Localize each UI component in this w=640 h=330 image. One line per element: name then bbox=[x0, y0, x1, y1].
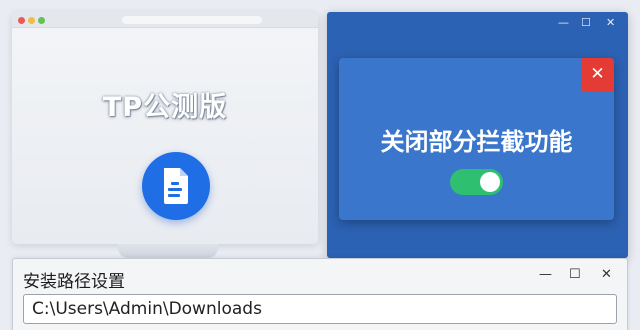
install-window-title: 安装路径设置 bbox=[23, 272, 125, 292]
maximize-icon[interactable]: ☐ bbox=[569, 267, 581, 283]
dialog-title: 关闭部分拦截功能 bbox=[380, 128, 573, 156]
browser-titlebar bbox=[12, 12, 318, 28]
install-path-input[interactable] bbox=[23, 294, 617, 324]
block-toggle-switch[interactable] bbox=[450, 169, 503, 195]
minimize-icon[interactable]: — bbox=[558, 17, 569, 29]
close-dot-icon[interactable] bbox=[18, 17, 25, 24]
browser-window: TP公测版 bbox=[12, 12, 318, 244]
app-logo[interactable] bbox=[142, 152, 210, 220]
toggle-knob bbox=[480, 172, 500, 192]
app-title: TP公测版 bbox=[102, 92, 228, 123]
minimize-icon[interactable]: — bbox=[539, 267, 552, 283]
maximize-icon[interactable]: ☐ bbox=[581, 17, 591, 29]
monitor-stand bbox=[118, 244, 218, 258]
address-bar[interactable] bbox=[122, 16, 262, 24]
install-path-window: 安装路径设置 — ☐ ✕ bbox=[12, 258, 628, 330]
close-icon[interactable]: ✕ bbox=[606, 17, 615, 29]
block-feature-dialog: ✕ 关闭部分拦截功能 bbox=[339, 58, 614, 220]
browser-content: TP公测版 bbox=[12, 29, 318, 244]
minimize-dot-icon[interactable] bbox=[28, 17, 35, 24]
maximize-dot-icon[interactable] bbox=[38, 17, 45, 24]
close-icon[interactable]: ✕ bbox=[601, 267, 612, 283]
document-icon bbox=[164, 168, 188, 204]
dialog-close-button[interactable]: ✕ bbox=[581, 58, 614, 91]
